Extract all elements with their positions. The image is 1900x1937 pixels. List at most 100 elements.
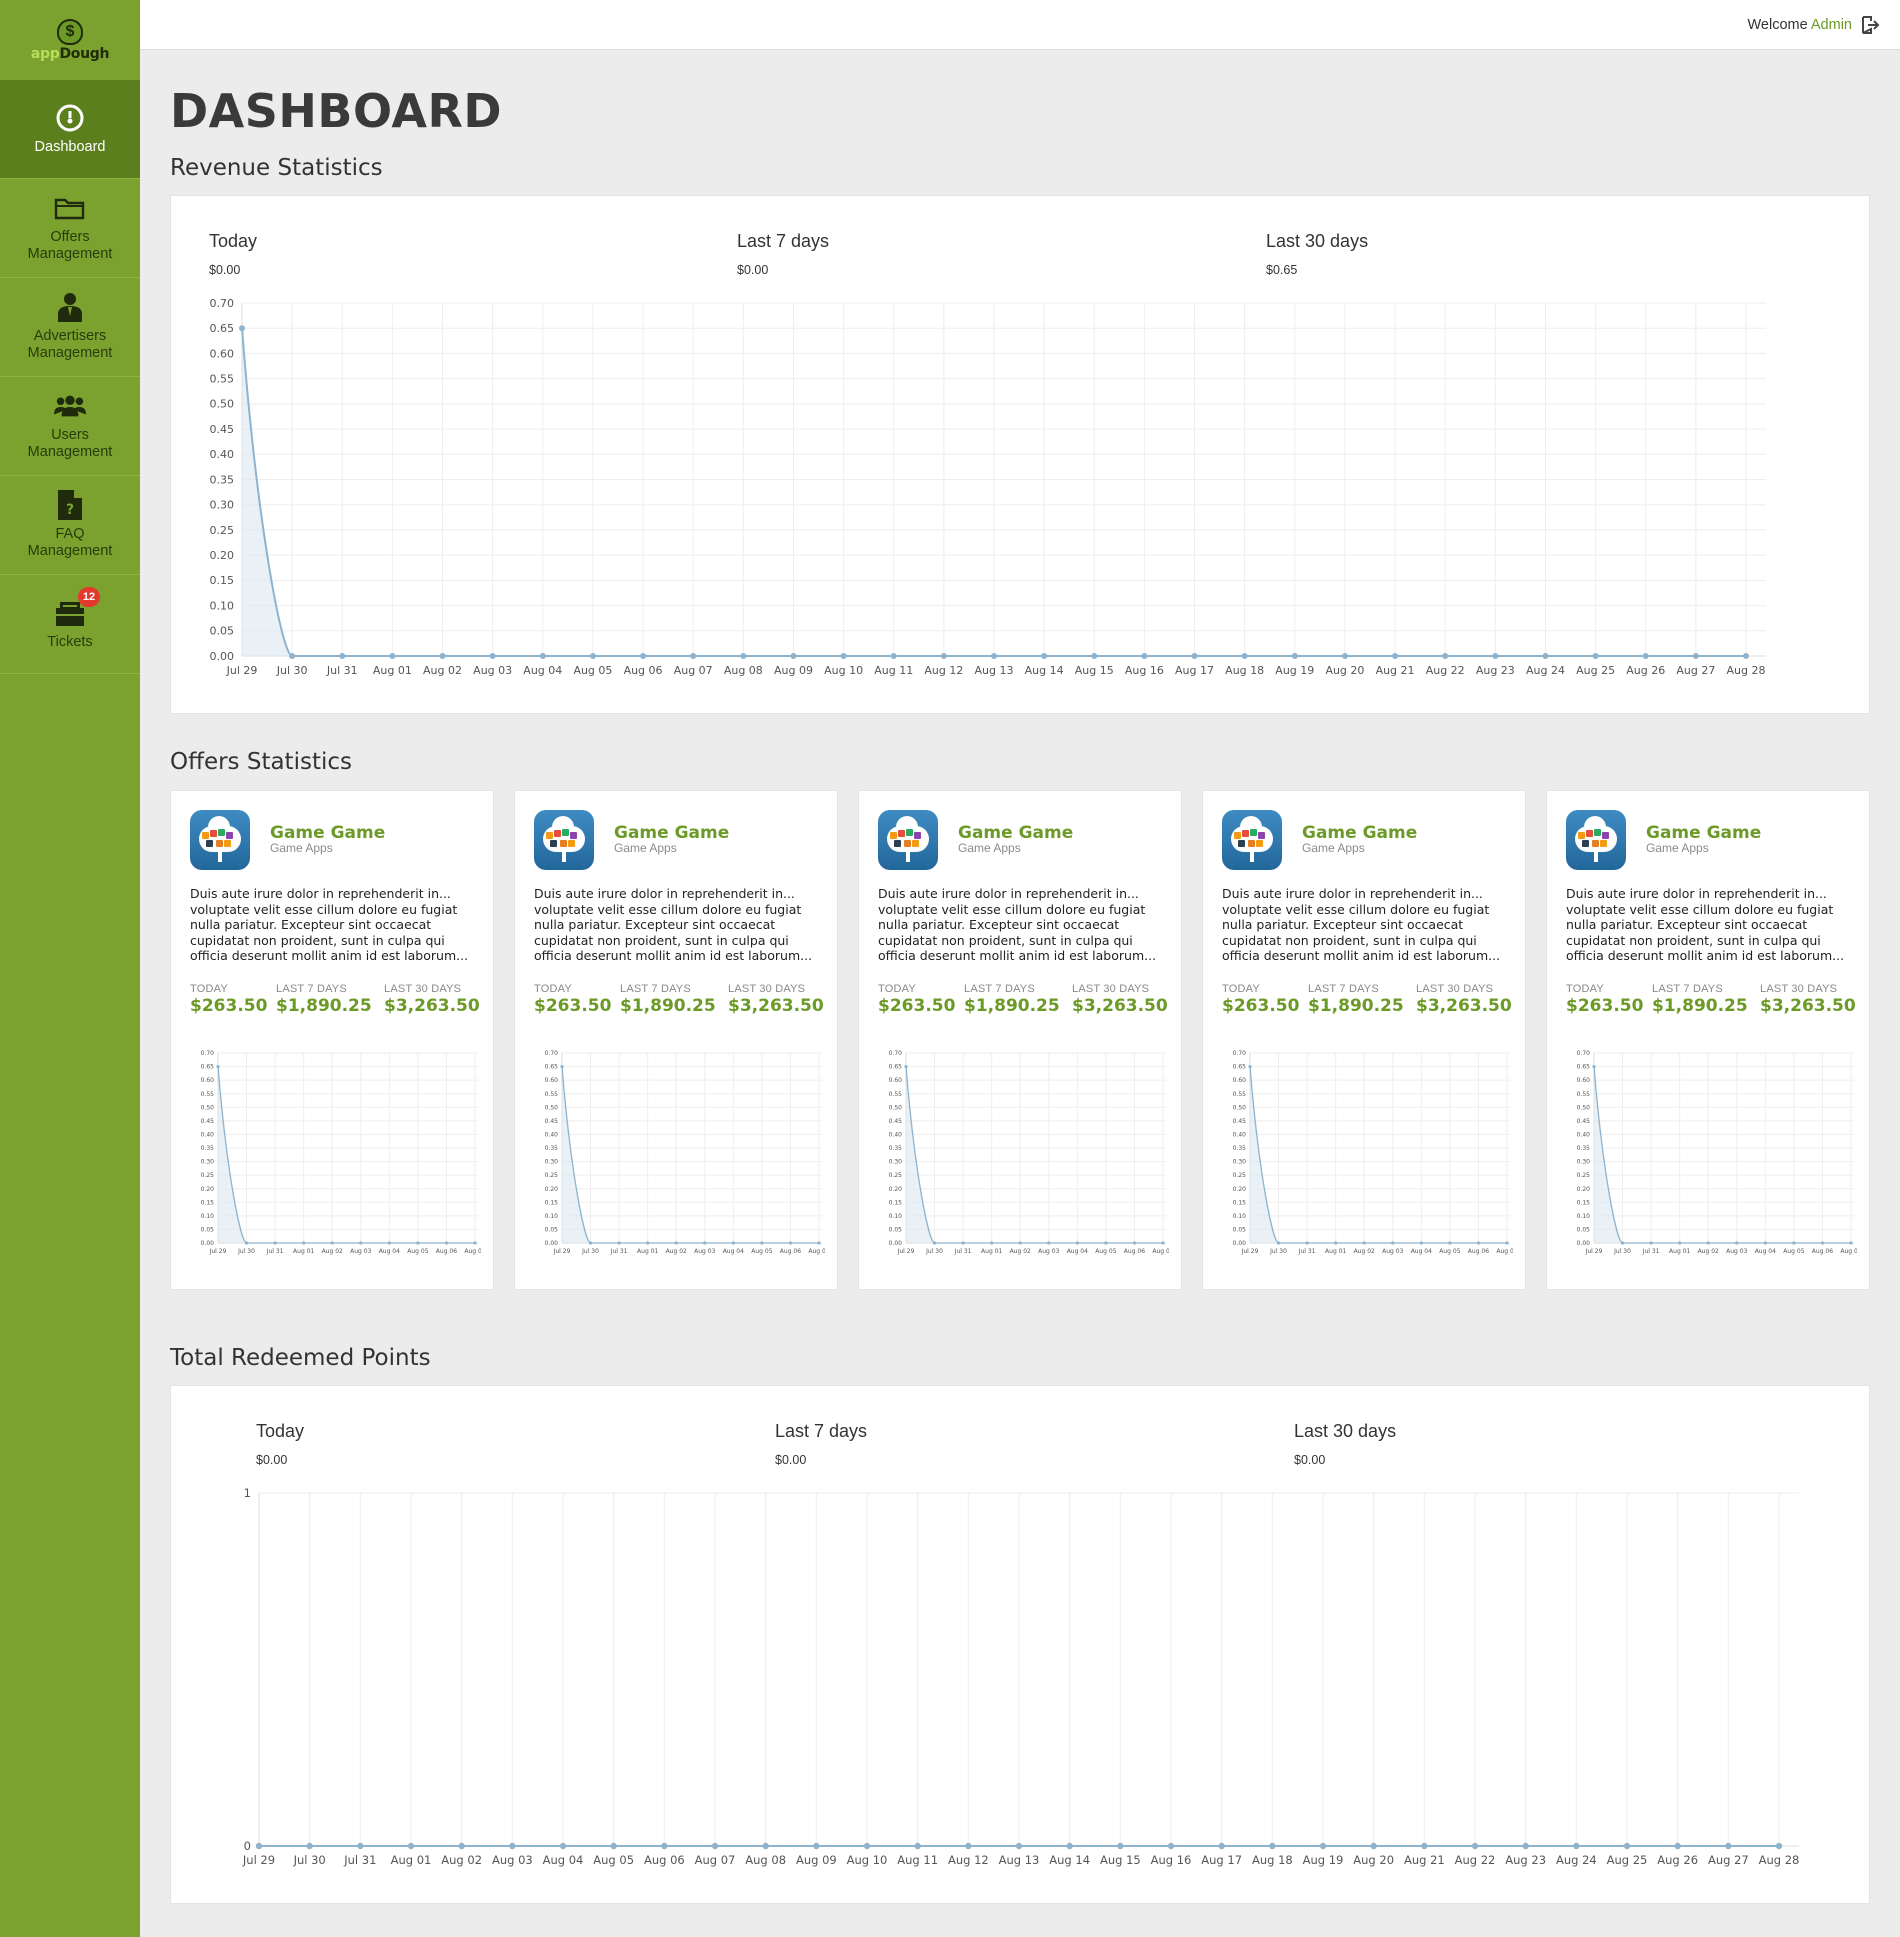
today-value: $263.50 [534, 996, 612, 1016]
data-point [740, 653, 747, 659]
data-point [617, 1241, 621, 1245]
x-tick-label: Aug 14 [1025, 664, 1064, 677]
y-tick-label: 0.25 [1233, 1172, 1247, 1179]
x-tick-label: Aug 26 [1626, 664, 1665, 677]
x-tick-label: Aug 06 [1124, 1248, 1145, 1255]
y-tick-label: 0.00 [1577, 1240, 1591, 1247]
data-point [1471, 1842, 1479, 1850]
data-point [439, 653, 446, 659]
last30-value: $3,263.50 [728, 996, 824, 1016]
x-tick-label: Aug 05 [573, 664, 612, 677]
data-point [389, 653, 396, 659]
data-point [1678, 1241, 1682, 1245]
series-area [1250, 1066, 1507, 1243]
y-tick-label: 0.70 [1577, 1050, 1591, 1057]
sidebar-item-users[interactable]: Users Management [0, 377, 140, 476]
sidebar-item-advertisers[interactable]: Advertisers Management [0, 278, 140, 377]
x-tick-label: Aug 10 [824, 664, 863, 677]
y-tick-label: 0.40 [889, 1132, 903, 1139]
y-tick-label: 0.15 [1233, 1199, 1247, 1206]
offer-title[interactable]: Game Game [614, 823, 729, 843]
x-tick-label: Aug 06 [624, 664, 663, 677]
data-point [961, 1241, 965, 1245]
x-tick-label: Aug 04 [1067, 1248, 1088, 1255]
offer-title[interactable]: Game Game [1302, 823, 1417, 843]
faq-document-icon: ? [54, 490, 86, 520]
sidebar-item-dashboard[interactable]: Dashboard [0, 80, 140, 179]
offer-card[interactable]: Game Game Game Apps Duis aute irure dolor … [858, 790, 1182, 1290]
x-tick-label: Jul 30 [1613, 1248, 1631, 1255]
svg-text:?: ? [66, 502, 74, 518]
x-tick-label: Aug 01 [391, 1853, 432, 1867]
app-cloud-icon [878, 810, 938, 870]
x-tick-label: Aug 03 [694, 1248, 715, 1255]
offer-title[interactable]: Game Game [958, 823, 1073, 843]
data-point [1341, 653, 1348, 659]
offer-chart: 0.00 0.05 0.10 0.15 0.20 0.25 0.30 0.35 0.40 0.45… [1577, 1050, 1857, 1255]
y-tick-label: 0.40 [210, 448, 235, 461]
y-tick-label: 0.10 [201, 1213, 215, 1220]
x-tick-label: Aug 20 [1325, 664, 1364, 677]
x-tick-label: Jul 31 [343, 1853, 376, 1867]
sidebar-item-label: Dashboard [34, 138, 106, 155]
data-point [289, 653, 296, 659]
data-point [1725, 1842, 1732, 1850]
x-tick-label: Aug 09 [796, 1853, 837, 1867]
y-tick-label: 0.65 [201, 1064, 215, 1071]
offer-description: Duis aute irure dolor in reprehenderit i… [534, 886, 813, 964]
data-point [1442, 653, 1449, 659]
offer-card[interactable]: Game Game Game Apps Duis aute irure dolor … [170, 790, 494, 1290]
last7-label: LAST 7 DAYS [276, 983, 347, 995]
today-value: $263.50 [1566, 996, 1644, 1016]
redeemed-section-title: Total Redeemed Points [170, 1345, 431, 1371]
x-tick-label: Aug 01 [1669, 1248, 1690, 1255]
data-point [1392, 653, 1399, 659]
x-tick-label: Aug 21 [1376, 664, 1415, 677]
data-point [302, 1241, 306, 1245]
offer-category: Game Apps [1302, 841, 1365, 855]
data-point [646, 1241, 650, 1245]
series-area [562, 1066, 819, 1243]
x-tick-label: Jul 31 [1642, 1248, 1660, 1255]
offer-card[interactable]: Game Game Game Apps Duis aute irure dolor … [1546, 790, 1870, 1290]
y-tick-label: 0.10 [1577, 1213, 1591, 1220]
sidebar-item-tickets[interactable]: 12 Tickets [0, 575, 140, 674]
app-logo[interactable]: $ appDough [0, 0, 140, 80]
logout-icon[interactable] [1860, 15, 1880, 35]
offer-card[interactable]: Game Game Game Apps Duis aute irure dolor … [1202, 790, 1526, 1290]
last7-label: LAST 7 DAYS [620, 983, 691, 995]
data-point [588, 1241, 593, 1245]
sidebar-item-faq[interactable]: ? FAQ Management [0, 476, 140, 575]
offer-title[interactable]: Game Game [1646, 823, 1761, 843]
x-tick-label: Aug 10 [847, 1853, 888, 1867]
y-tick-label: 0.70 [201, 1050, 215, 1057]
offer-title[interactable]: Game Game [270, 823, 385, 843]
x-tick-label: Aug 12 [948, 1853, 989, 1867]
data-point [1391, 1241, 1395, 1245]
x-tick-label: Aug 01 [637, 1248, 658, 1255]
data-point [674, 1241, 678, 1245]
data-point [711, 1842, 719, 1850]
user-name-link[interactable]: Admin [1811, 17, 1852, 33]
data-point [473, 1241, 477, 1245]
data-point [1075, 1241, 1079, 1245]
data-point [1015, 1842, 1023, 1850]
today-label: TODAY [534, 983, 572, 995]
y-tick-label: 1 [244, 1486, 251, 1500]
y-tick-label: 0 [244, 1839, 251, 1853]
y-tick-label: 0.05 [201, 1227, 215, 1234]
y-tick-label: 0.05 [1577, 1227, 1591, 1234]
data-point [1291, 653, 1298, 659]
y-tick-label: 0.45 [545, 1118, 559, 1125]
y-tick-label: 0.20 [1577, 1186, 1591, 1193]
x-tick-label: Jul 30 [925, 1248, 943, 1255]
sidebar-item-label: Offers Management [27, 229, 113, 262]
y-tick-label: 0.20 [210, 549, 235, 562]
x-tick-label: Aug 01 [293, 1248, 314, 1255]
offer-card[interactable]: Game Game Game Apps Duis aute irure dolor … [514, 790, 838, 1290]
x-tick-label: Aug 09 [774, 664, 813, 677]
today-value: $263.50 [878, 996, 956, 1016]
data-point [458, 1842, 465, 1850]
sidebar-item-offers[interactable]: Offers Management [0, 179, 140, 278]
x-tick-label: Aug 04 [723, 1248, 744, 1255]
